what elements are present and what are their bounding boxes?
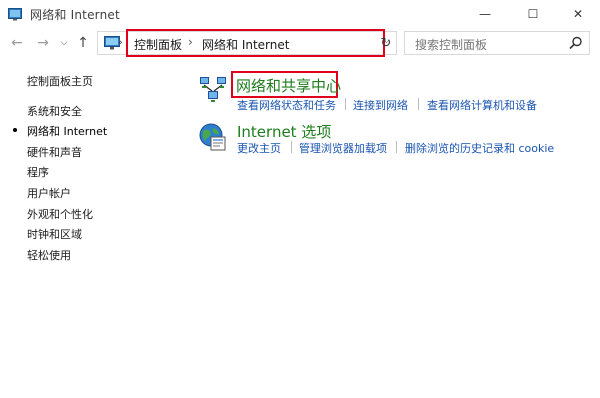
forward-button[interactable]: →: [34, 34, 52, 52]
link-manage-browser-addons[interactable]: 管理浏览器加载项: [299, 140, 387, 156]
title-bar: 网络和 Internet — ☐ ✕: [0, 0, 600, 28]
up-arrow-icon: ↑: [77, 35, 89, 51]
control-panel-icon: [8, 8, 22, 21]
link-separator: [418, 98, 419, 110]
link-separator: [345, 98, 346, 110]
maximize-button[interactable]: ☐: [510, 0, 556, 28]
breadcrumb-control-panel[interactable]: 控制面板: [134, 36, 182, 53]
refresh-button[interactable]: ↻: [377, 34, 395, 52]
sidebar-item-system-security[interactable]: 系统和安全: [27, 103, 82, 119]
link-delete-browsing-history[interactable]: 删除浏览的历史记录和 cookie: [405, 140, 554, 156]
close-icon: ✕: [572, 7, 584, 21]
forward-arrow-icon: →: [37, 35, 49, 51]
search-icon[interactable]: [569, 36, 583, 50]
breadcrumb-separator: ›: [118, 35, 123, 49]
link-separator: [291, 141, 292, 153]
breadcrumb-network-internet[interactable]: 网络和 Internet: [202, 36, 289, 53]
minimize-button[interactable]: —: [462, 0, 508, 28]
sidebar-item-user-accounts[interactable]: 用户帐户: [27, 185, 71, 201]
category-title-internet-options[interactable]: Internet 选项: [237, 121, 331, 142]
close-button[interactable]: ✕: [555, 0, 600, 28]
link-view-network-status[interactable]: 查看网络状态和任务: [237, 97, 336, 113]
sidebar-item-programs[interactable]: 程序: [27, 164, 49, 180]
link-separator: [396, 141, 397, 153]
address-bar[interactable]: › 控制面板 › 网络和 Internet ⌵: [97, 29, 397, 57]
active-item-bullet: [13, 128, 17, 132]
link-change-homepage[interactable]: 更改主页: [237, 140, 281, 156]
link-view-network-computers[interactable]: 查看网络计算机和设备: [427, 97, 537, 113]
search-placeholder: 搜索控制面板: [415, 38, 488, 52]
refresh-icon: ↻: [380, 35, 392, 51]
chevron-down-icon: ⌵: [60, 38, 68, 48]
sidebar-item-network-internet[interactable]: 网络和 Internet: [27, 123, 107, 139]
maximize-icon: ☐: [527, 7, 539, 21]
back-arrow-icon: ←: [11, 35, 23, 51]
recent-locations-button[interactable]: ⌵: [58, 34, 70, 52]
internet-options-globe-icon[interactable]: [198, 122, 228, 152]
minimize-icon: —: [479, 7, 491, 21]
sidebar: 控制面板主页 系统和安全 网络和 Internet 硬件和声音 程序 用户帐户 …: [0, 58, 180, 398]
window-title: 网络和 Internet: [30, 8, 120, 22]
search-input[interactable]: 搜索控制面板: [404, 31, 590, 55]
category-title-network-sharing-center[interactable]: 网络和共享中心: [236, 75, 341, 96]
back-button[interactable]: ←: [8, 34, 26, 52]
breadcrumb-separator[interactable]: ›: [188, 35, 193, 49]
link-connect-to-network[interactable]: 连接到网络: [353, 97, 408, 113]
sidebar-item-hardware-sound[interactable]: 硬件和声音: [27, 144, 82, 160]
sidebar-item-clock-region[interactable]: 时钟和区域: [27, 226, 82, 242]
up-button[interactable]: ↑: [75, 34, 91, 52]
network-sharing-icon[interactable]: [198, 74, 228, 104]
address-row: ← → ⌵ ↑ › 控制面板 › 网络和 Internet ⌵ ↻ 搜索控制面板: [0, 28, 600, 58]
sidebar-item-ease-of-access[interactable]: 轻松使用: [27, 247, 71, 263]
sidebar-item-control-panel-home[interactable]: 控制面板主页: [27, 73, 93, 89]
sidebar-item-appearance[interactable]: 外观和个性化: [27, 206, 93, 222]
